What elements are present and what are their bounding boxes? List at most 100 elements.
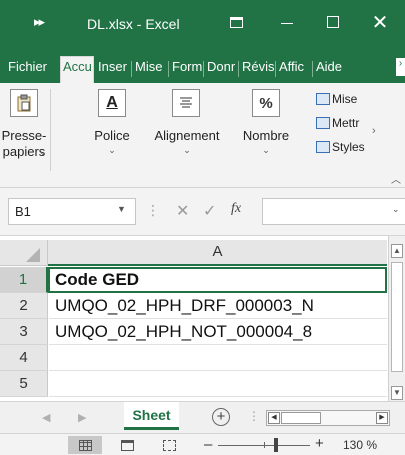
cell-a5[interactable] — [49, 371, 387, 397]
zoom-slider-midpoint — [264, 442, 265, 448]
next-sheet-icon[interactable]: ▶ — [78, 411, 86, 424]
number-group[interactable]: % Nombre ⌄ — [236, 83, 296, 183]
tab-formulas[interactable]: Form — [170, 57, 202, 83]
quick-access-toolbar-icon[interactable]: ▸▸ — [34, 14, 45, 30]
enter-icon[interactable]: ✓ — [203, 201, 216, 220]
alignment-group-label: Alignement — [154, 128, 220, 143]
format-as-table-button[interactable]: Mettr — [316, 113, 374, 133]
window-title: DL.xlsx - Excel — [87, 16, 180, 32]
clipboard-label-line1: Presse- — [1, 128, 47, 143]
format-as-table-label: Mettr — [332, 116, 360, 130]
tab-home[interactable]: Accu — [60, 56, 94, 84]
tab-file[interactable]: Fichier — [6, 57, 58, 83]
scroll-left-icon[interactable]: ◀ — [268, 412, 280, 424]
select-all-button[interactable] — [0, 240, 48, 266]
scrollbar-thumb[interactable] — [281, 412, 321, 424]
zoom-in-icon[interactable]: + — [315, 435, 324, 452]
zoom-level[interactable]: 130 % — [343, 438, 377, 452]
minimize-button[interactable] — [277, 12, 297, 32]
select-all-icon — [26, 248, 40, 262]
ribbon: Presse- papiers ⌄ A Police ⌄ Alignement … — [0, 83, 405, 188]
status-bar: – + 130 % — [0, 433, 405, 455]
font-group-label: Police — [94, 128, 130, 143]
clipboard-icon — [10, 89, 38, 117]
row-header[interactable]: 3 — [0, 319, 48, 345]
tab-separator — [203, 61, 204, 77]
tab-separator — [168, 61, 169, 77]
maximize-button[interactable] — [323, 12, 343, 32]
tab-page-layout[interactable]: Mise — [133, 57, 168, 83]
spreadsheet-grid: A 1 Code GED 2 UMQO_02_HPH_DRF_000003_N … — [0, 236, 405, 401]
zoom-out-icon[interactable]: – — [204, 436, 212, 453]
font-group[interactable]: A Police ⌄ — [88, 83, 136, 183]
chevron-down-icon[interactable]: ▼ — [117, 204, 126, 214]
title-bar: ▸▸ DL.xlsx - Excel ✕ — [0, 0, 405, 51]
scroll-up-icon[interactable]: ▲ — [391, 244, 403, 258]
cell-styles-button[interactable]: Styles — [316, 137, 374, 157]
cell-a2[interactable]: UMQO_02_HPH_DRF_000003_N — [49, 293, 387, 319]
chevron-down-icon: ⌄ — [108, 145, 116, 155]
conditional-formatting-button[interactable]: Mise — [316, 89, 374, 109]
alignment-icon — [172, 89, 200, 117]
sheet-tab-bar: ◀ ▶ Sheet + ⋮ ◀ ▶ — [0, 401, 405, 433]
row-header[interactable]: 4 — [0, 345, 48, 371]
tab-separator — [238, 61, 239, 77]
formula-input[interactable] — [262, 198, 405, 225]
close-button[interactable]: ✕ — [370, 12, 390, 32]
chevron-right-icon[interactable]: › — [372, 125, 376, 137]
clipboard-group[interactable]: Presse- papiers ⌄ — [0, 83, 48, 183]
chevron-down-icon: ⌄ — [262, 145, 270, 155]
cell-a3[interactable]: UMQO_02_HPH_NOT_000004_8 — [49, 319, 387, 345]
scrollbar-thumb[interactable] — [391, 262, 403, 372]
more-icon: ⋮ — [248, 409, 260, 423]
add-sheet-icon[interactable]: + — [212, 408, 230, 426]
tab-help[interactable]: Aide — [314, 57, 350, 83]
page-break-icon — [162, 439, 176, 451]
zoom-slider-thumb[interactable] — [273, 438, 278, 452]
tab-review[interactable]: Révis — [240, 57, 274, 83]
row-header[interactable]: 2 — [0, 293, 48, 319]
alignment-group[interactable]: Alignement ⌄ — [146, 83, 228, 183]
tab-separator — [275, 61, 276, 77]
column-header-a[interactable]: A — [48, 240, 387, 266]
cell-a4[interactable] — [49, 345, 387, 371]
normal-view-button[interactable] — [68, 436, 102, 454]
cell-a1[interactable]: Code GED — [48, 267, 387, 293]
tab-view[interactable]: Affic — [277, 57, 311, 83]
format-as-table-icon — [316, 117, 330, 129]
conditional-formatting-label: Mise — [332, 92, 358, 106]
normal-view-icon — [78, 439, 92, 451]
row-header[interactable]: 1 — [0, 267, 48, 293]
cell-styles-icon — [316, 141, 330, 153]
scroll-right-icon[interactable]: ▶ — [376, 412, 388, 424]
cell-styles-label: Styles — [332, 140, 365, 154]
page-layout-icon — [120, 439, 134, 451]
tab-separator — [131, 61, 132, 77]
cancel-icon[interactable]: ✕ — [176, 201, 189, 220]
chevron-down-icon: ⌄ — [39, 147, 47, 157]
ribbon-tabs: Fichier Accu Inser Mise Form Donr Révis … — [0, 51, 405, 84]
more-icon: ⋮ — [146, 202, 160, 218]
row-header[interactable]: 5 — [0, 371, 48, 397]
page-break-view-button[interactable] — [152, 436, 186, 454]
insert-function-icon[interactable]: fx — [231, 201, 241, 217]
chevron-down-icon: ⌄ — [183, 145, 191, 155]
page-layout-view-button[interactable] — [110, 436, 144, 454]
previous-sheet-icon[interactable]: ◀ — [42, 411, 50, 424]
formula-bar: B1 ▼ ⋮ ✕ ✓ fx ⌄ — [0, 188, 405, 236]
vertical-scrollbar[interactable]: ▲ ▼ — [388, 236, 405, 401]
conditional-formatting-icon — [316, 93, 330, 105]
scroll-down-icon[interactable]: ▼ — [391, 386, 403, 400]
sheet-tab[interactable]: Sheet — [124, 402, 179, 430]
collapse-ribbon-icon[interactable]: ︿ — [391, 171, 401, 186]
tab-data[interactable]: Donr — [205, 57, 237, 83]
expand-formula-bar-icon[interactable]: ⌄ — [392, 204, 400, 215]
tab-separator — [312, 61, 313, 77]
horizontal-scrollbar[interactable]: ◀ ▶ — [266, 410, 390, 426]
tab-insert[interactable]: Inser — [96, 57, 131, 83]
ribbon-separator — [50, 89, 51, 171]
tabs-scroll-right-icon[interactable]: › — [396, 58, 405, 76]
number-group-label: Nombre — [242, 128, 290, 143]
ribbon-display-options-icon[interactable] — [226, 12, 246, 32]
font-icon: A — [98, 89, 126, 117]
